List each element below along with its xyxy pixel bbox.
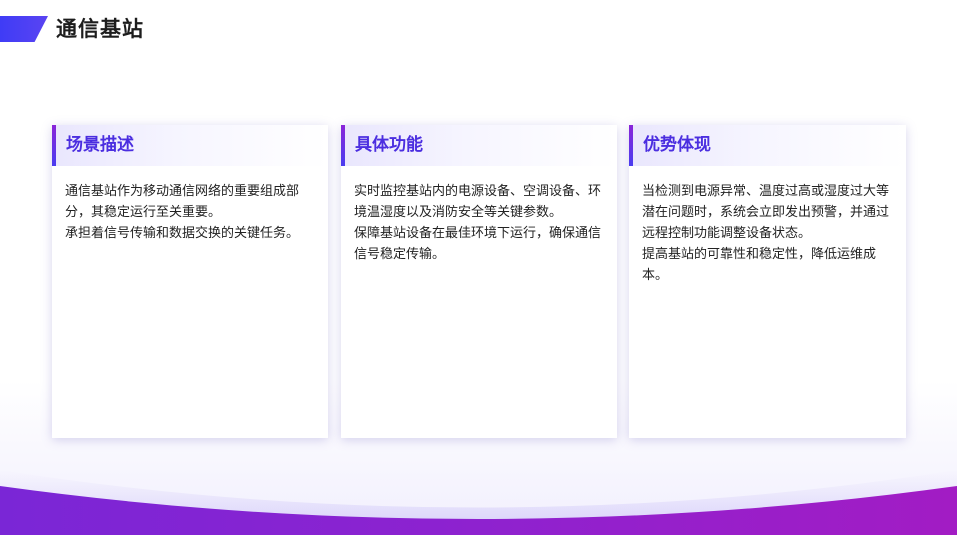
bottom-wave-decoration — [0, 470, 957, 535]
